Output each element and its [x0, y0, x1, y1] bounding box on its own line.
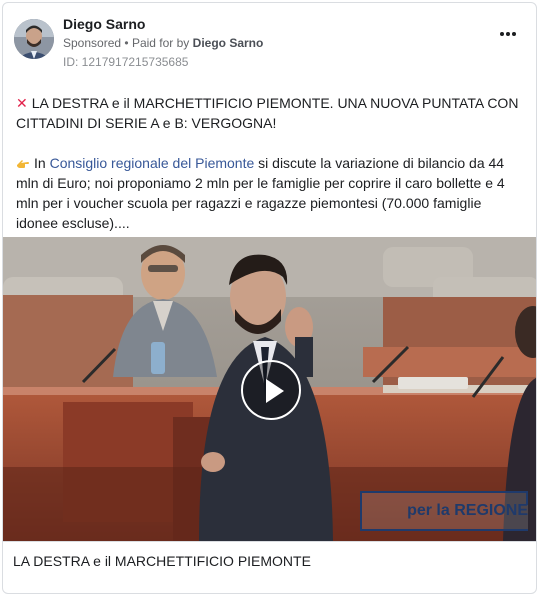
sponsored-line: Sponsored • Paid for by Diego Sarno — [63, 36, 263, 50]
avatar-image — [14, 19, 54, 59]
paid-for-label: Paid for by — [131, 36, 190, 50]
ad-card: Diego Sarno Sponsored • Paid for by Dieg… — [2, 2, 537, 594]
more-options-icon[interactable] — [500, 31, 516, 37]
video-caption: LA DESTRA e il MARCHETTIFICIO PIEMONTE — [13, 553, 311, 569]
post-text-line2: In Consiglio regionale del Piemonte si d… — [16, 153, 526, 233]
consiglio-link[interactable]: Consiglio regionale del Piemonte — [50, 155, 255, 171]
ad-id: ID: 1217917215735685 — [63, 55, 189, 69]
paid-for-name: Diego Sarno — [192, 36, 264, 50]
overlay-text: per la REGIONE — [407, 502, 528, 519]
play-icon[interactable] — [241, 360, 301, 420]
post-header: Diego Sarno Sponsored • Paid for by Dieg… — [3, 3, 536, 81]
more-dot — [512, 32, 516, 36]
cross-mark-icon: ✕ — [16, 95, 28, 111]
sponsored-label: Sponsored — [63, 36, 122, 50]
video-player[interactable]: per la REGIONE — [3, 237, 536, 541]
post-text: ✕ LA DESTRA e il MARCHETTIFICIO PIEMONTE.… — [16, 93, 526, 233]
more-dot — [500, 32, 504, 36]
video-overlay-logo: per la REGIONE — [360, 491, 528, 531]
pointing-hand-icon — [17, 160, 29, 168]
avatar[interactable] — [14, 19, 54, 59]
headline-text: LA DESTRA e il MARCHETTIFICIO PIEMONTE. … — [16, 95, 519, 131]
video-caption-bar[interactable]: LA DESTRA e il MARCHETTIFICIO PIEMONTE — [3, 541, 536, 581]
post-text-line1: ✕ LA DESTRA e il MARCHETTIFICIO PIEMONTE.… — [16, 93, 526, 133]
author-name[interactable]: Diego Sarno — [63, 16, 145, 32]
text-prefix: In — [34, 155, 46, 171]
more-dot — [506, 32, 510, 36]
dot-separator: • — [124, 36, 132, 50]
